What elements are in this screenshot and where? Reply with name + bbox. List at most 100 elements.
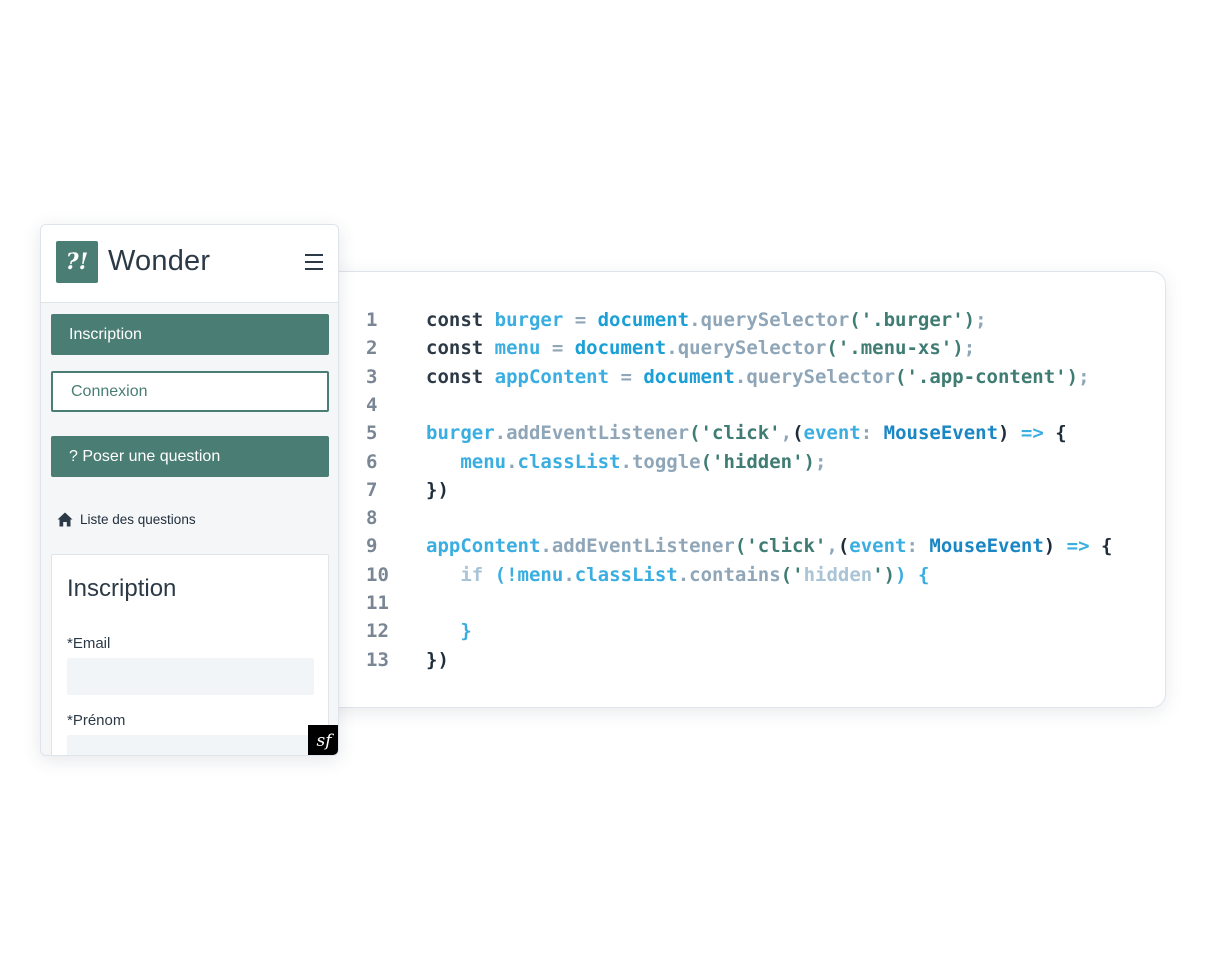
- line-number: 12: [366, 620, 389, 643]
- code-token: .: [563, 563, 575, 586]
- burger-line: [305, 261, 323, 263]
- code-token: .querySelector: [734, 365, 896, 388]
- line-number: 3: [366, 365, 378, 388]
- code-panel: 1 const burger = document.querySelector('…: [318, 271, 1166, 708]
- code-token: menu: [494, 337, 541, 360]
- code-token: ): [1043, 535, 1067, 558]
- code-token: burger: [426, 422, 495, 445]
- code-token: event: [849, 535, 907, 558]
- code-token: =: [563, 309, 598, 331]
- code-token: ;: [963, 337, 976, 360]
- code-line: 11: [319, 589, 1149, 617]
- code-token: ('.burger'): [849, 309, 976, 331]
- code-token: }: [460, 620, 472, 643]
- code-token: (': [780, 563, 804, 586]
- code-token: {: [1055, 422, 1067, 445]
- code-token: '): [872, 563, 896, 586]
- code-text: burger.addEventListener('click',(event: …: [426, 419, 1067, 447]
- code-token: if: [460, 563, 495, 586]
- line-number: 11: [366, 592, 389, 614]
- code-token: event: [803, 422, 861, 445]
- email-label: *Email: [67, 635, 111, 652]
- code-line: 10 if (!menu.classList.contains('hidden'…: [319, 561, 1149, 589]
- line-number: 2: [366, 337, 378, 360]
- code-token: const: [426, 365, 495, 388]
- code-token: .addEventListener: [540, 535, 735, 558]
- code-token: =: [609, 365, 644, 388]
- code-token: appContent: [426, 535, 541, 558]
- line-number: 6: [366, 450, 378, 473]
- nav-item-label: Liste des questions: [80, 511, 196, 527]
- line-number: 10: [366, 563, 389, 586]
- code-text: if (!menu.classList.contains('hidden')) …: [426, 561, 929, 589]
- code-token: :: [906, 535, 930, 558]
- code-token: burger: [494, 309, 564, 331]
- line-number: 5: [366, 422, 378, 445]
- prenom-field[interactable]: [67, 735, 314, 755]
- code-line: 7}): [319, 476, 1149, 504]
- code-line: 5 burger.addEventListener('click',(event:…: [319, 419, 1149, 447]
- home-icon: [57, 512, 73, 526]
- brand-name[interactable]: Wonder: [108, 245, 210, 278]
- burger-line: [305, 254, 323, 256]
- code-line: 8: [319, 504, 1149, 532]
- form-title: Inscription: [67, 575, 177, 602]
- code-token: ('click': [689, 422, 781, 445]
- code-line: 6 menu.classList.toggle('hidden');: [319, 448, 1149, 476]
- line-number: 4: [366, 393, 378, 416]
- connexion-button[interactable]: Connexion: [51, 371, 329, 412]
- code-token: ) {: [895, 563, 930, 586]
- code-text: const menu = document.querySelector('.me…: [426, 334, 975, 362]
- code-token: =: [540, 337, 575, 360]
- code-line: 13}): [319, 646, 1149, 674]
- code-token: ('hidden'): [700, 450, 815, 473]
- line-number: 7: [366, 478, 378, 501]
- ask-question-button[interactable]: ? Poser une question: [51, 436, 329, 477]
- code-token: .querySelector: [689, 309, 850, 331]
- code-token: document: [574, 337, 667, 360]
- code-token: const: [426, 337, 495, 360]
- code-line: 1 const burger = document.querySelector('…: [319, 306, 1149, 334]
- code-token: MouseEvent: [883, 422, 999, 445]
- code-token: ('click': [734, 535, 827, 558]
- code-token: const: [426, 309, 495, 331]
- code-text: appContent.addEventListener('click',(eve…: [426, 532, 1112, 560]
- code-token: =>: [1020, 422, 1056, 445]
- code-token: .toggle: [620, 450, 701, 473]
- code-token: MouseEvent: [929, 535, 1044, 558]
- code-line: 4: [319, 391, 1149, 419]
- code-text: const appContent = document.querySelecto…: [426, 363, 1090, 391]
- symfony-toolbar-icon[interactable]: sf: [308, 725, 338, 755]
- email-field[interactable]: [67, 658, 314, 695]
- code-token: =>: [1066, 535, 1101, 558]
- code-token: (: [837, 535, 850, 558]
- code-token: classList: [517, 450, 621, 473]
- code-token: }): [426, 478, 449, 501]
- code-token: .: [506, 450, 518, 473]
- code-token: {: [1100, 535, 1113, 558]
- logo-icon[interactable]: ?!: [56, 241, 98, 283]
- line-number: 1: [366, 309, 378, 331]
- prenom-label: *Prénom: [67, 712, 126, 729]
- code-token: menu: [460, 450, 507, 473]
- code-token: ): [998, 422, 1021, 445]
- code-token: ('.menu-xs'): [826, 337, 964, 360]
- code-token: ('.app-content'): [895, 365, 1079, 388]
- code-token: ,: [826, 535, 838, 558]
- code-text: const burger = document.querySelector('.…: [426, 306, 987, 334]
- inscription-button[interactable]: Inscription: [51, 314, 329, 355]
- code-token: ;: [1078, 365, 1090, 388]
- code-text: }): [426, 646, 449, 674]
- code-token: classList: [574, 563, 678, 586]
- code-token: ;: [975, 309, 987, 331]
- code-token: :: [860, 422, 884, 445]
- mobile-preview: ?! Wonder Inscription Connexion ? Poser …: [40, 224, 339, 756]
- code-token: .contains: [677, 563, 781, 586]
- code-token: ,: [780, 422, 793, 445]
- code-text: }): [426, 476, 449, 504]
- burger-menu-icon[interactable]: [305, 254, 323, 271]
- nav-item-questions-list[interactable]: Liste des questions: [57, 509, 196, 529]
